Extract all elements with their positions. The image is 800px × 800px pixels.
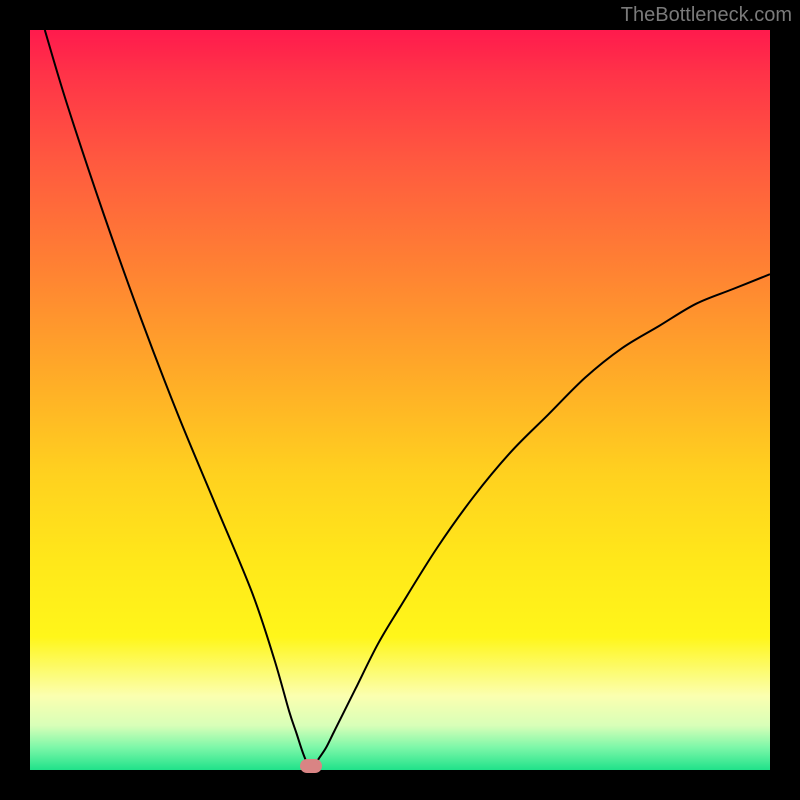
chart-frame: TheBottleneck.com [0,0,800,800]
plot-area [30,30,770,770]
watermark-label: TheBottleneck.com [621,4,792,27]
